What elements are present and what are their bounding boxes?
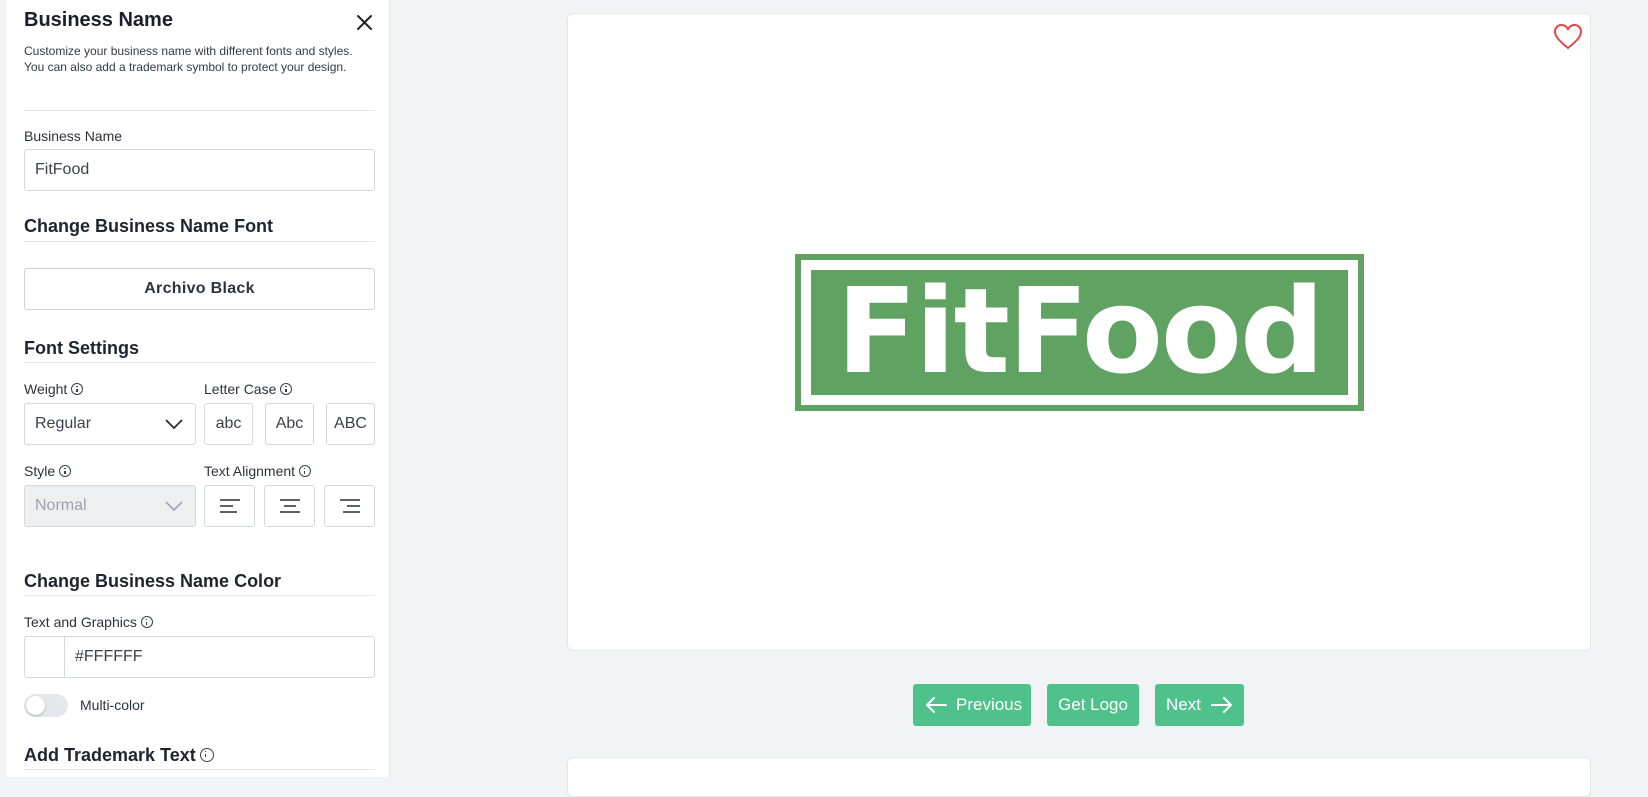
trademark-title-row: Add Trademark Text: [24, 745, 214, 766]
next-button[interactable]: Next: [1155, 684, 1244, 726]
multicolor-label: Multi-color: [80, 697, 145, 713]
uppercase-button[interactable]: ABC: [326, 403, 375, 445]
titlecase-label: Abc: [275, 415, 304, 432]
panel-description: Customize your business name with differ…: [24, 44, 353, 74]
get-logo-button[interactable]: Get Logo: [1047, 684, 1139, 726]
align-left-icon: [219, 499, 240, 513]
favorite-button[interactable]: [1553, 23, 1583, 51]
color-hex-value: #FFFFFF: [75, 648, 143, 665]
style-label-row: Style: [24, 463, 72, 479]
weight-select[interactable]: Regular: [24, 403, 196, 445]
align-left-button[interactable]: [204, 485, 255, 527]
multicolor-toggle[interactable]: [24, 694, 68, 717]
color-hex-input[interactable]: #FFFFFF: [64, 636, 375, 678]
arrow-right-icon: [1210, 697, 1232, 713]
divider: [24, 110, 375, 111]
secondary-card: [567, 757, 1591, 797]
logo-frame-gap: FitFood: [801, 260, 1358, 405]
text-alignment-label-row: Text Alignment: [204, 463, 312, 479]
divider: [24, 769, 375, 770]
divider: [24, 362, 375, 363]
font-settings-title: Font Settings: [24, 338, 139, 358]
toggle-knob: [26, 696, 45, 715]
info-icon[interactable]: [299, 465, 312, 477]
lowercase-label: abc: [215, 415, 242, 432]
next-label: Next: [1166, 695, 1201, 714]
letter-case-label-row: Letter Case: [204, 381, 293, 397]
chevron-down-icon: [165, 501, 183, 511]
get-logo-label: Get Logo: [1058, 695, 1128, 714]
weight-label: Weight: [24, 381, 68, 397]
previous-button[interactable]: Previous: [913, 684, 1031, 726]
style-select: Normal: [24, 485, 196, 527]
panel-title: Business Name: [24, 9, 173, 31]
info-icon[interactable]: [140, 616, 153, 628]
text-alignment-label: Text Alignment: [204, 463, 296, 479]
info-icon[interactable]: [280, 383, 293, 395]
align-center-icon: [279, 499, 300, 513]
align-right-icon: [339, 499, 360, 513]
lowercase-button[interactable]: abc: [204, 403, 253, 445]
logo-preview-card: FitFood: [567, 13, 1591, 651]
align-right-button[interactable]: [324, 485, 375, 527]
current-font-label: Archivo Black: [144, 280, 255, 297]
change-font-title: Change Business Name Font: [24, 216, 274, 236]
trademark-title: Add Trademark Text: [24, 745, 196, 765]
divider: [24, 595, 375, 596]
customization-panel: Business Name Customize your business na…: [7, 0, 390, 777]
business-name-label: Business Name: [24, 128, 123, 144]
text-graphics-label-row: Text and Graphics: [24, 614, 153, 630]
info-icon[interactable]: [71, 383, 84, 395]
style-value: Normal: [35, 497, 87, 514]
heart-icon: [1553, 23, 1583, 50]
logo-text: FitFood: [836, 261, 1325, 400]
weight-label-row: Weight: [24, 381, 84, 397]
style-label: Style: [24, 463, 56, 479]
info-icon[interactable]: [59, 465, 72, 477]
arrow-left-icon: [926, 697, 947, 713]
previous-label: Previous: [956, 695, 1023, 714]
color-swatch[interactable]: [24, 636, 65, 678]
close-button[interactable]: [354, 12, 376, 34]
logo-frame: FitFood: [795, 254, 1364, 411]
letter-case-label: Letter Case: [204, 381, 277, 397]
chevron-down-icon: [165, 419, 183, 429]
change-color-title: Change Business Name Color: [24, 571, 282, 591]
close-icon: [357, 15, 372, 30]
weight-value: Regular: [35, 415, 92, 432]
uppercase-label: ABC: [334, 415, 367, 432]
business-name-input[interactable]: FitFood: [24, 149, 375, 191]
logo-text-box: FitFood: [811, 270, 1348, 395]
align-center-button[interactable]: [264, 485, 315, 527]
divider: [24, 241, 375, 242]
text-graphics-label: Text and Graphics: [24, 614, 137, 630]
font-picker-button[interactable]: Archivo Black: [24, 268, 375, 310]
business-name-value: FitFood: [35, 161, 90, 178]
info-icon[interactable]: [199, 748, 214, 762]
titlecase-button[interactable]: Abc: [265, 403, 314, 445]
